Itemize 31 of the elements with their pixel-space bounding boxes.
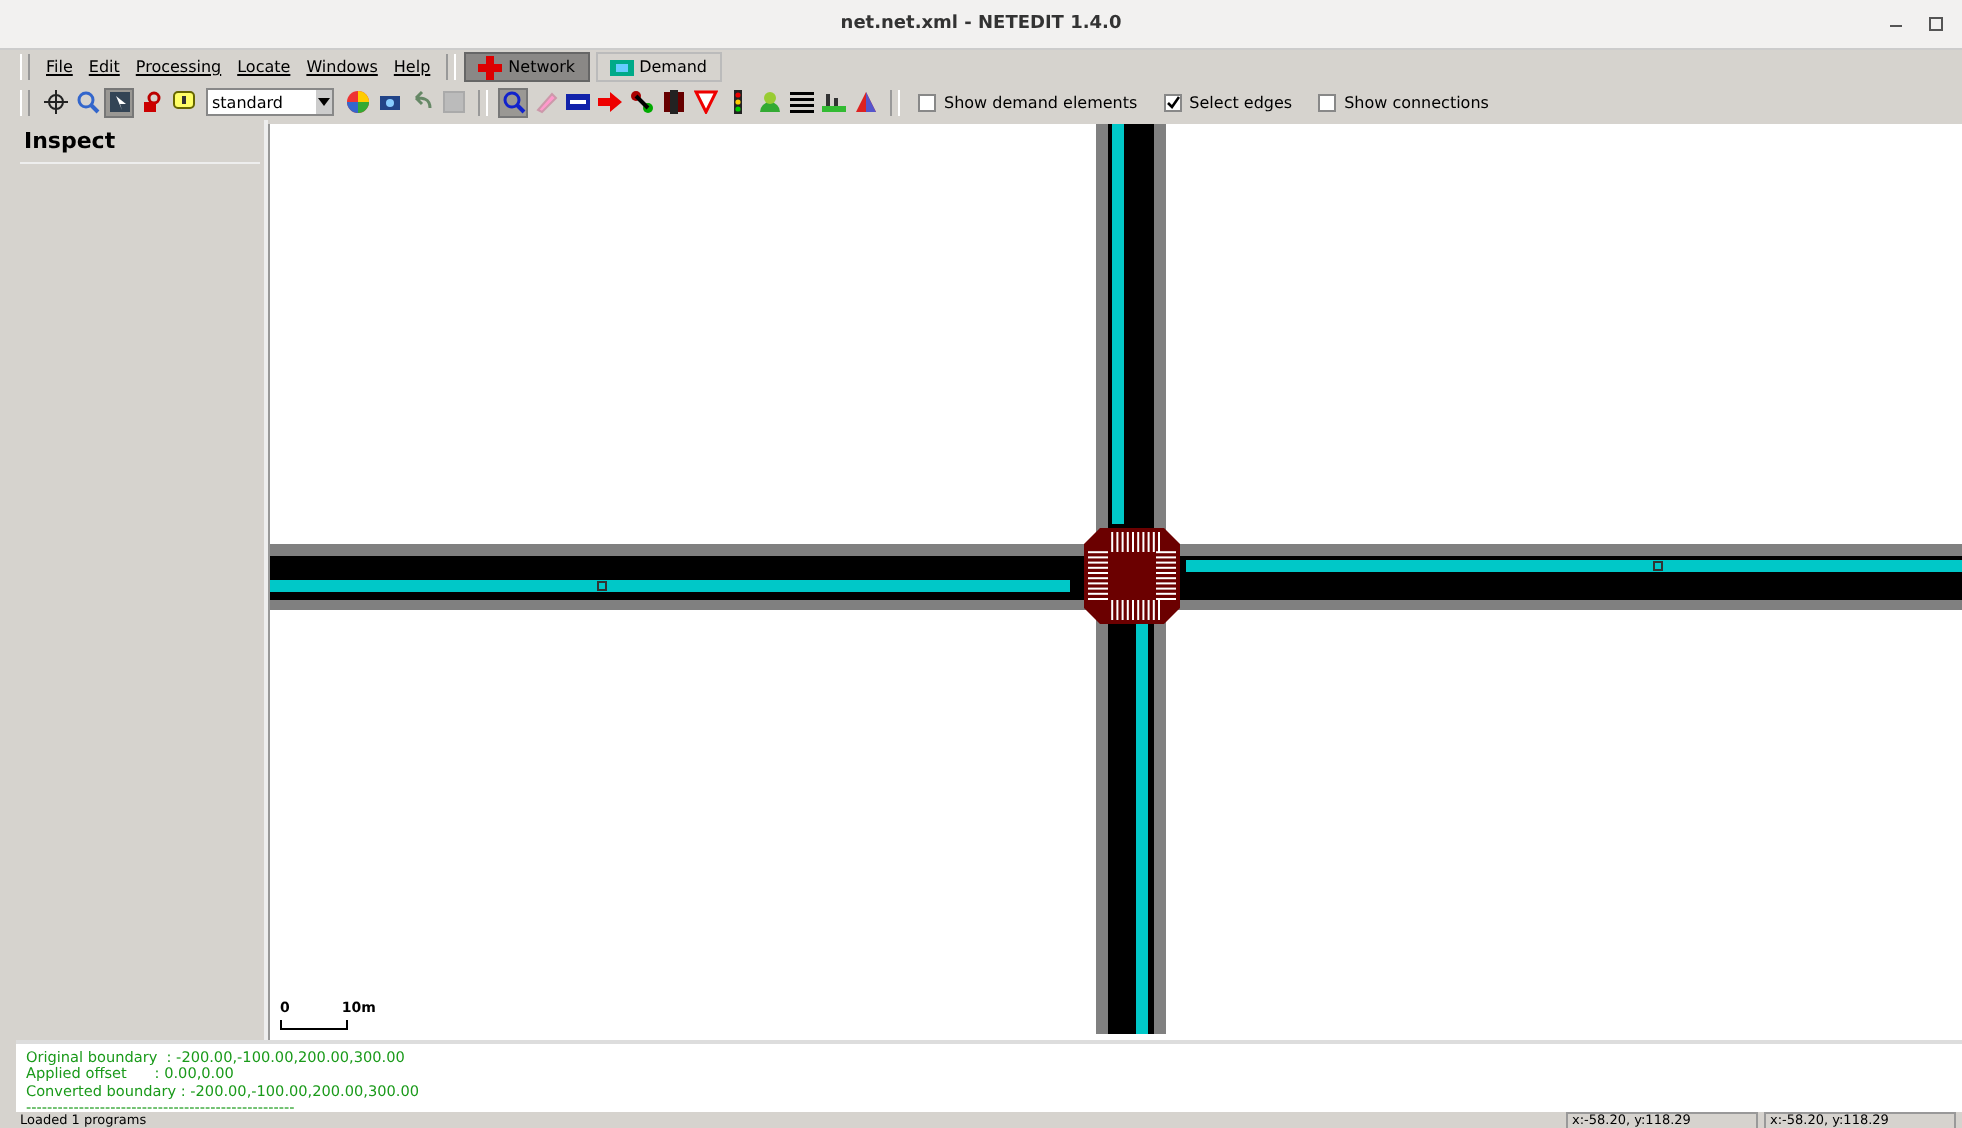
scale-bar-icon (280, 1020, 348, 1030)
connector-icon[interactable] (626, 87, 656, 117)
color-wheel-icon[interactable] (342, 87, 372, 117)
menu-item[interactable]: Edit (80, 58, 128, 76)
option-checkbox[interactable]: Select edges (1163, 93, 1293, 111)
scheme-dropdown[interactable]: standard (206, 88, 334, 116)
maximize-icon[interactable] (1926, 14, 1946, 34)
search-icon[interactable] (498, 87, 528, 117)
triangle-icon[interactable] (690, 87, 720, 117)
mode-tab[interactable]: Network (464, 52, 590, 82)
checkbox[interactable] (1318, 93, 1337, 111)
window-title: net.net.xml - NETEDIT 1.4.0 (840, 14, 1122, 34)
checkbox[interactable] (1163, 93, 1182, 111)
menu-item[interactable]: Windows (298, 58, 386, 76)
mode-tab[interactable]: Demand (595, 52, 721, 82)
shape-icon[interactable] (850, 87, 880, 117)
menu-item[interactable]: File (38, 58, 81, 76)
menu-item[interactable]: Processing (127, 58, 230, 76)
screen-icon (609, 55, 634, 79)
option-checkbox[interactable]: Show demand elements (918, 93, 1138, 111)
menu-item[interactable]: Locate (229, 58, 299, 76)
menu-item[interactable]: Help (385, 58, 439, 76)
crosshair-icon[interactable] (40, 87, 70, 117)
search-icon[interactable] (72, 87, 102, 117)
caret-icon (316, 90, 332, 114)
panel-title: Inspect (20, 124, 260, 164)
pointer-icon[interactable] (104, 87, 134, 117)
checkbox[interactable] (918, 93, 936, 111)
lines-icon[interactable] (786, 87, 816, 117)
cross-icon (478, 55, 503, 79)
option-checkbox[interactable]: Show connections (1318, 93, 1489, 111)
